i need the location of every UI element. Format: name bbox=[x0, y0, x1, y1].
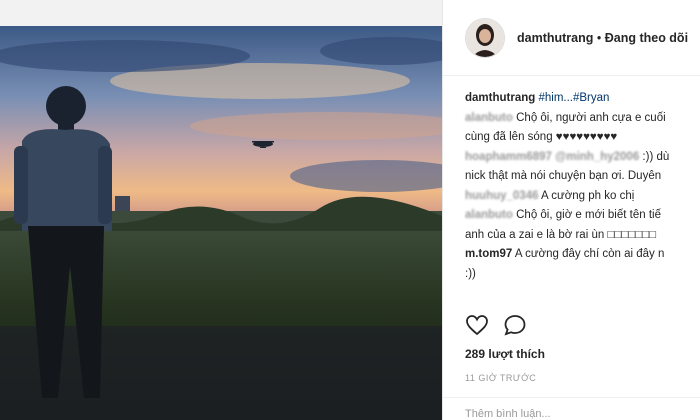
heart-icon[interactable] bbox=[465, 314, 489, 341]
post-photo-area bbox=[0, 0, 442, 420]
comment-line: :)) bbox=[465, 266, 700, 283]
comment-line: anh của a zai e là bờ rai ùn □□□□□□□ bbox=[465, 227, 700, 244]
comment-line: m.tom97 A cường đây chí còn ai đây n bbox=[465, 246, 700, 263]
comment-mention[interactable]: @minh_hy2006 bbox=[552, 151, 639, 163]
comment-line: alanbuto Chộ ôi, người anh cựa e cuối bbox=[465, 110, 700, 127]
comment-line: huuhuy_0346 A cường ph ko chị bbox=[465, 188, 700, 205]
caption: damthutrang #him...#Bryan bbox=[465, 90, 700, 107]
comment-text: A cường ph ko chị bbox=[538, 189, 635, 202]
comment-line: nick thật mà nói chuyện bạn ơi. Duyên bbox=[465, 168, 700, 185]
header-username[interactable]: damthutrang bbox=[517, 31, 593, 45]
comment-text: Chộ ôi, giờ e mới biết tên tiế bbox=[512, 209, 661, 221]
comment-text: A cường đây chí còn ai đây n bbox=[512, 248, 665, 260]
comment-username[interactable]: hoaphamm6897 bbox=[465, 151, 552, 163]
comment-line: hoaphamm6897 @minh_hy2006 :)) dù bbox=[465, 149, 700, 166]
follow-status[interactable]: Đang theo dõi bbox=[605, 31, 688, 45]
caption-username[interactable]: damthutrang bbox=[465, 92, 535, 104]
comment-line: alanbuto Chộ ôi, giờ e mới biết tên tiế bbox=[465, 207, 700, 224]
avatar[interactable] bbox=[465, 17, 505, 58]
likes-count[interactable]: 289 lượt thích bbox=[465, 347, 545, 361]
comment-text: :)) dù bbox=[639, 150, 670, 163]
header-text: damthutrang • Đang theo dõi bbox=[517, 31, 688, 45]
comment-text: cùng đã lên sóng ♥♥♥♥♥♥♥♥♥ bbox=[465, 131, 618, 143]
header-separator: • bbox=[593, 30, 605, 45]
post-sidebar: damthutrang • Đang theo dõi damthutrang … bbox=[442, 0, 700, 420]
add-comment-input[interactable]: Thêm bình luận... bbox=[465, 408, 551, 420]
caption-text[interactable]: #him...#Bryan bbox=[535, 92, 609, 104]
comment-text: :)) bbox=[465, 267, 476, 280]
avatar-image bbox=[466, 18, 504, 57]
divider bbox=[443, 397, 700, 398]
comment-text: anh của a zai e là bờ rai ùn □□□□□□□ bbox=[465, 228, 657, 241]
post-actions bbox=[465, 314, 527, 341]
comment-text: nick thật mà nói chuyện bạn ơi. Duyên bbox=[465, 170, 662, 182]
comment-line: cùng đã lên sóng ♥♥♥♥♥♥♥♥♥ bbox=[465, 129, 700, 146]
post-photo[interactable] bbox=[0, 26, 442, 420]
sunset-photo bbox=[0, 26, 442, 420]
comment-username[interactable]: m.tom97 bbox=[465, 248, 512, 260]
comment-text: Chộ ôi, người anh cựa e cuối bbox=[512, 111, 666, 124]
comment-username[interactable]: alanbuto bbox=[465, 209, 513, 221]
comment-username[interactable]: huuhuy_0346 bbox=[465, 190, 539, 202]
post-timestamp: 11 GIỜ TRƯỚC bbox=[465, 373, 537, 383]
comments-list: damthutrang #him...#Bryan alanbuto Chộ ô… bbox=[443, 76, 700, 282]
comment-bubble-icon[interactable] bbox=[503, 314, 527, 341]
post-header: damthutrang • Đang theo dõi bbox=[443, 0, 700, 76]
comment-username[interactable]: alanbuto bbox=[465, 112, 513, 124]
